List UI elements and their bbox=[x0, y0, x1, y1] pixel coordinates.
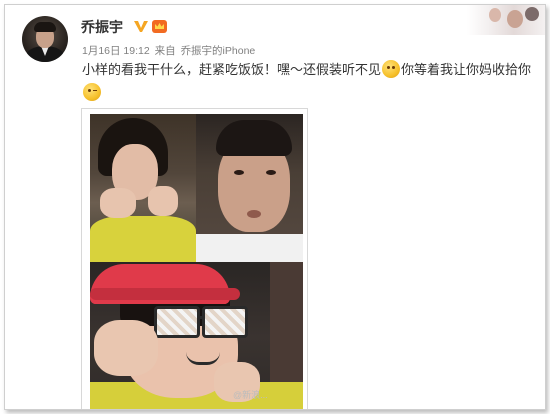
child-shirt bbox=[90, 216, 196, 262]
decor-figure bbox=[507, 10, 523, 28]
collage-tile-child-glasses bbox=[90, 262, 303, 409]
decor-figure bbox=[525, 7, 539, 21]
child-hand bbox=[100, 188, 136, 218]
collage-tile-man bbox=[196, 114, 303, 262]
header-decoration-image bbox=[467, 5, 545, 35]
decor-figure bbox=[489, 8, 501, 22]
source-prefix: 来自 bbox=[154, 45, 176, 57]
man-eye bbox=[234, 170, 244, 175]
avatar-hair bbox=[34, 22, 56, 32]
image-watermark: @新浪... bbox=[233, 390, 268, 400]
post-source[interactable]: 乔振宇的iPhone bbox=[181, 45, 256, 57]
post-text-part2: 你等着我让你妈收拾你 bbox=[401, 63, 532, 78]
wink-emoji bbox=[83, 83, 101, 101]
awkward-smile-emoji bbox=[382, 60, 401, 78]
man-hair bbox=[216, 120, 292, 156]
sticker-glasses-lens bbox=[154, 306, 200, 338]
author-name[interactable]: 乔振宇 bbox=[81, 17, 123, 37]
child-hand bbox=[148, 186, 178, 216]
hat-brim bbox=[90, 288, 240, 300]
post-timestamp[interactable]: 1月16日 19:12 bbox=[82, 45, 150, 57]
author-avatar[interactable] bbox=[22, 16, 68, 62]
man-mouth bbox=[247, 210, 261, 218]
post-text-part1: 小样的看我干什么，赶紧吃饭饭！嘿～还假装听不见 bbox=[82, 63, 382, 78]
verified-v-icon[interactable] bbox=[133, 18, 149, 34]
vip-crown-icon[interactable] bbox=[151, 18, 168, 34]
child-hand bbox=[94, 320, 158, 376]
post-image[interactable] bbox=[81, 108, 308, 409]
sticker-glasses-bridge bbox=[198, 316, 204, 319]
post-meta: 1月16日 19:12 来自 乔振宇的iPhone bbox=[82, 43, 257, 58]
collage-tile-child bbox=[90, 114, 196, 262]
man-shirt bbox=[196, 234, 303, 262]
post-text: 小样的看我干什么，赶紧吃饭饭！嘿～还假装听不见 你等着我让你妈收拾你 bbox=[82, 59, 542, 105]
sticker-glasses-lens bbox=[202, 306, 248, 338]
weibo-post-card: 乔振宇 1月16日 19:12 来自 乔振宇的iPhone 小样的看我干什么，赶… bbox=[4, 4, 546, 410]
man-eye bbox=[266, 170, 276, 175]
